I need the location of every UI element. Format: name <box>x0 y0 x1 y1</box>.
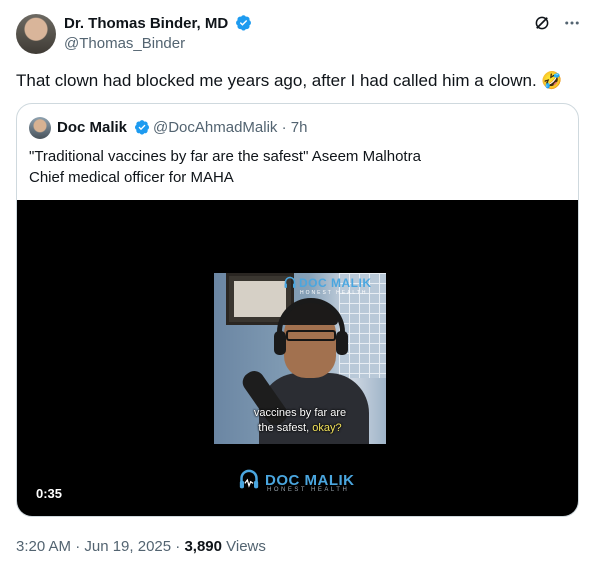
author-avatar[interactable] <box>16 14 56 54</box>
headphone-logo-icon <box>239 469 259 489</box>
views-label: Views <box>221 538 266 555</box>
caption-line2: the safest, okay? <box>214 421 386 436</box>
caption-line2-text: the safest, <box>258 422 313 434</box>
watermark-text: DOC MALIK <box>265 471 355 489</box>
caption-line1: vaccines by far are <box>253 407 347 419</box>
quote-handle-time[interactable]: @DocAhmadMalik · 7h <box>153 119 307 136</box>
tweet-meta: 3:20 AM · Jun 19, 2025 · 3,890 Views <box>16 538 266 555</box>
author-name[interactable]: Dr. Thomas Binder, MD <box>64 15 228 32</box>
thumb-brand-sub: HONEST HEALTH <box>300 290 368 296</box>
video-caption: vaccines by far are the safest, okay? <box>214 406 386 436</box>
quote-author-name[interactable]: Doc Malik <box>57 119 127 136</box>
more-icon[interactable] <box>563 14 581 32</box>
views-count: 3,890 <box>184 538 222 555</box>
video-duration: 0:35 <box>36 486 63 501</box>
verified-badge-icon <box>236 15 252 31</box>
thumb-brand: DOC MALIK <box>299 276 372 290</box>
video-thumbnail: DOC MALIK HONEST HEALTH vaccines by far … <box>214 273 386 444</box>
quote-name-row[interactable]: Doc Malik <box>57 119 150 136</box>
quoted-tweet-card[interactable]: Doc Malik @DocAhmadMalik · 7h "Tradition… <box>16 103 579 517</box>
verified-badge-icon <box>135 120 150 135</box>
author-name-row[interactable]: Dr. Thomas Binder, MD <box>64 14 252 32</box>
watermark-sub: HONEST HEALTH <box>267 487 350 493</box>
headphone-left <box>274 331 286 355</box>
author-handle[interactable]: @Thomas_Binder <box>64 35 185 52</box>
tweet-timestamp[interactable]: 3:20 AM · Jun 19, 2025 · <box>16 538 184 555</box>
grok-icon[interactable] <box>533 14 551 32</box>
quote-text-line2: Chief medical officer for MAHA <box>29 169 234 186</box>
caption-highlight: okay? <box>312 422 342 434</box>
quote-text-line1: "Traditional vaccines by far are the saf… <box>29 148 421 165</box>
tweet-text: That clown had blocked me years ago, aft… <box>16 71 563 90</box>
video-player[interactable]: DOC MALIK HONEST HEALTH vaccines by far … <box>17 200 578 516</box>
headphone-logo-icon <box>284 276 296 288</box>
quote-avatar[interactable] <box>29 117 51 139</box>
tweet-actions-top <box>533 14 581 32</box>
headphone-right <box>336 331 348 355</box>
quote-text: "Traditional vaccines by far are the saf… <box>29 146 559 188</box>
